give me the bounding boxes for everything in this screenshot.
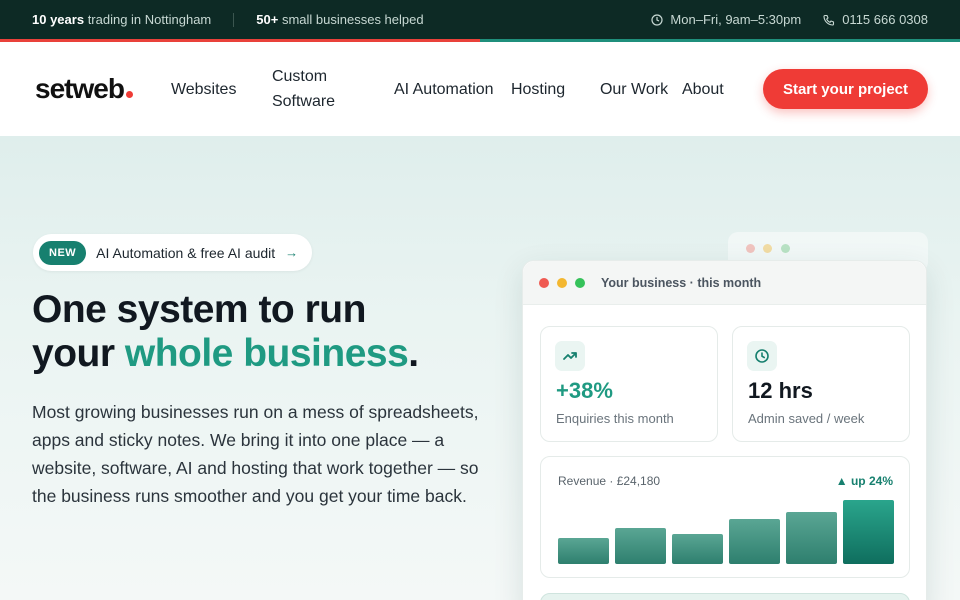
logo[interactable]: setweb: [35, 73, 133, 105]
nav-websites[interactable]: Websites: [171, 77, 272, 102]
nav-custom-software[interactable]: Custom Software: [272, 64, 394, 114]
revenue-bar: [786, 512, 837, 564]
nav-hosting[interactable]: Hosting: [511, 77, 600, 102]
clock-icon: [747, 341, 777, 371]
stat-value: +38%: [556, 378, 613, 403]
trend-up-icon: [555, 341, 585, 371]
revenue-bar: [729, 519, 780, 564]
phone-link[interactable]: 0115 666 0308: [823, 12, 928, 27]
hero-paragraph: Most growing businesses run on a mess of…: [32, 402, 479, 506]
hours-info: Mon–Fri, 9am–5:30pm: [651, 12, 801, 27]
window-dot-green: [781, 244, 790, 253]
revenue-bar-chart: [558, 500, 894, 564]
window-dot-yellow: [763, 244, 772, 253]
headline-line2-start: your: [32, 332, 125, 375]
phone-text[interactable]: 0115 666 0308: [842, 12, 928, 27]
announcement-text[interactable]: AI Automation & free AI audit: [96, 245, 275, 261]
hero-headline: One system to run your whole business.: [32, 288, 419, 376]
stat-card-admin-saved: 12 hrs Admin saved / week: [732, 326, 910, 442]
window-dot-green: [575, 277, 585, 288]
phone-icon: [823, 14, 835, 26]
clock-icon: [651, 13, 664, 26]
dashboard-titlebar: Your business · this month: [523, 261, 926, 305]
revenue-chart-card: Revenue · £24,180 ▲ up 24%: [540, 456, 910, 578]
next-panel: [540, 593, 910, 600]
headline-line1: One system to run: [32, 288, 366, 331]
window-dot-red: [539, 277, 549, 288]
announcement-pill[interactable]: NEW AI Automation & free AI audit →: [33, 234, 313, 271]
nav-our-work[interactable]: Our Work: [600, 77, 682, 102]
topbar: 10 years trading in Nottingham 50+ small…: [0, 0, 960, 39]
divider: [233, 12, 235, 27]
nav-ai-automation[interactable]: AI Automation: [394, 77, 511, 102]
new-badge: NEW: [39, 240, 87, 265]
helped-info: 50+ small businesses helped: [256, 12, 424, 27]
stat-label: Admin saved / week: [748, 411, 865, 426]
stat-card-enquiries: +38% Enquiries this month: [540, 326, 718, 442]
nav-about[interactable]: About: [682, 77, 752, 102]
arrow-right-icon: →: [285, 245, 299, 260]
years-info: 10 years trading in Nottingham: [32, 12, 212, 27]
window-dot-yellow: [557, 277, 567, 288]
hours-text: Mon–Fri, 9am–5:30pm: [670, 12, 802, 27]
revenue-bar: [672, 534, 723, 564]
logo-dot: [125, 91, 133, 98]
hero-section: NEW AI Automation & free AI audit → One …: [0, 136, 960, 600]
revenue-bar: [615, 528, 666, 564]
stat-value: 12 hrs: [748, 378, 813, 403]
logo-text[interactable]: setweb: [35, 73, 125, 105]
revenue-bar: [843, 500, 894, 564]
stat-label: Enquiries this month: [556, 411, 674, 426]
revenue-bar: [558, 538, 609, 564]
main-nav: Websites Custom Software AI Automation H…: [171, 64, 752, 114]
window-dot-red: [746, 244, 755, 253]
headline-end: .: [408, 332, 419, 375]
start-project-button[interactable]: Start your project: [762, 69, 928, 109]
dashboard-card: Your business · this month +38% Enquirie…: [522, 260, 927, 600]
site-header: setweb Websites Custom Software AI Autom…: [0, 42, 960, 136]
headline-highlight: whole business: [124, 332, 409, 375]
dashboard-title: Your business · this month: [601, 275, 762, 290]
